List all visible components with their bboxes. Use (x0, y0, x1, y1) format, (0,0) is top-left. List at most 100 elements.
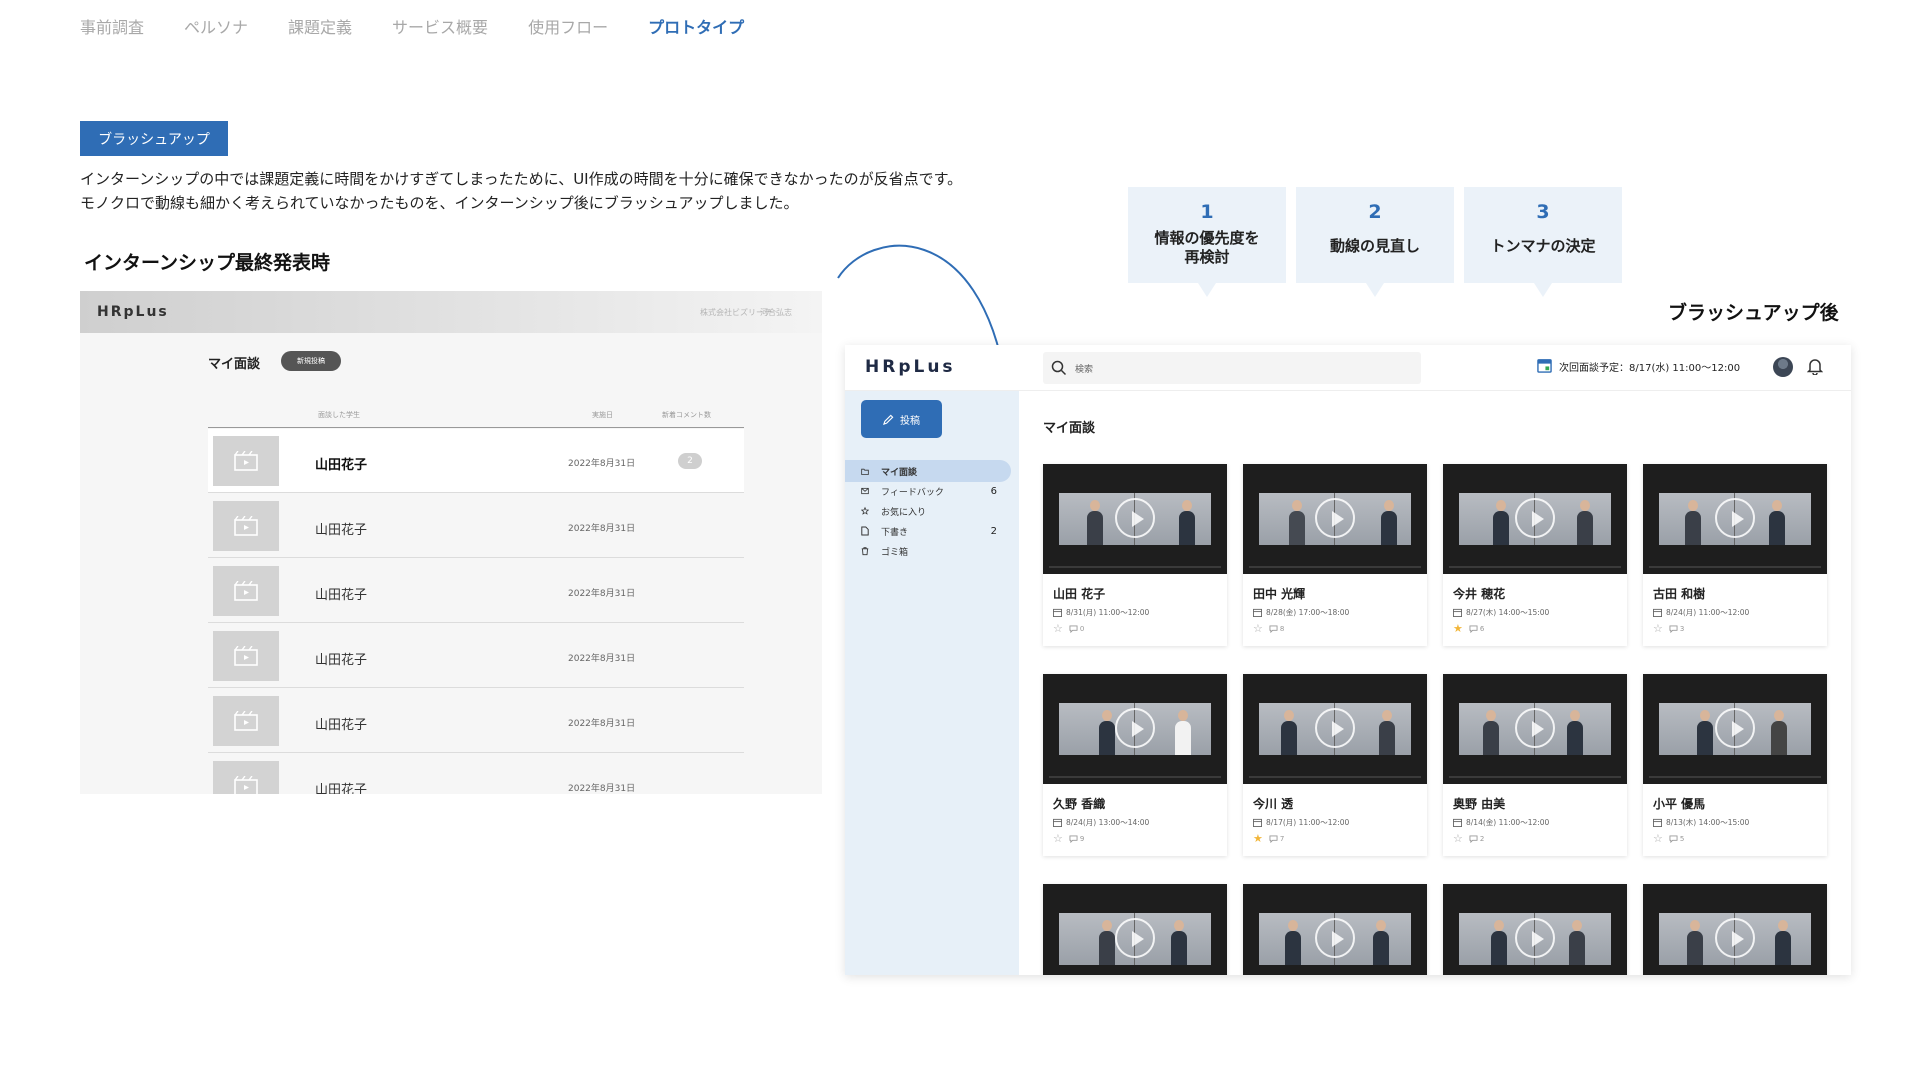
meeting-card[interactable]: 今川 透 8/17(月) 11:00〜12:00 ★ 7 (1243, 674, 1427, 856)
person-figure (1567, 710, 1583, 755)
video-thumbnail-icon (213, 631, 279, 681)
video-progress-bar (1249, 566, 1421, 568)
video-progress-bar (1049, 566, 1221, 568)
video-thumbnail[interactable] (1443, 884, 1627, 975)
new-post-button[interactable]: 新規投稿 (281, 351, 341, 371)
video-thumbnail-icon (213, 436, 279, 486)
description: インターンシップの中では課題定義に時間をかけすぎてしまったために、UI作成の時間… (80, 167, 962, 215)
star-icon[interactable]: ☆ (1253, 623, 1263, 634)
star-icon[interactable]: ★ (1453, 623, 1463, 634)
person-figure (1687, 920, 1703, 965)
meeting-card[interactable] (1643, 884, 1827, 975)
person-figure (1171, 920, 1187, 965)
search-placeholder: 検索 (1075, 365, 1094, 375)
table-row[interactable]: 山田花子 2022年8月31日 2 (208, 429, 744, 493)
meeting-card[interactable]: 古田 和樹 8/24(月) 11:00〜12:00 ☆ 3 (1643, 464, 1827, 646)
video-progress-bar (1049, 776, 1221, 778)
video-thumbnail-icon (213, 761, 279, 794)
play-icon[interactable] (1315, 498, 1355, 538)
meeting-datetime-text: 8/24(月) 11:00〜12:00 (1666, 608, 1750, 617)
video-thumbnail[interactable] (1043, 674, 1227, 784)
meeting-datetime: 8/17(月) 11:00〜12:00 (1253, 817, 1349, 828)
post-button[interactable]: 投稿 (861, 400, 942, 438)
sidebar-item-drafts[interactable]: 下書き 2 (845, 520, 1011, 542)
meeting-card[interactable] (1443, 884, 1627, 975)
nav-item-problem[interactable]: 課題定義 (288, 14, 352, 38)
after-section-title: ブラッシュアップ後 (1664, 298, 1843, 327)
meeting-card[interactable]: 久野 香織 8/24(月) 13:00〜14:00 ☆ 9 (1043, 674, 1227, 856)
student-name: 今川 透 (1253, 797, 1294, 811)
video-thumbnail[interactable] (1043, 884, 1227, 975)
bell-icon[interactable] (1807, 357, 1823, 375)
play-icon[interactable] (1515, 498, 1555, 538)
video-thumbnail[interactable] (1643, 674, 1827, 784)
meeting-card[interactable] (1043, 884, 1227, 975)
nav-item-research[interactable]: 事前調査 (80, 14, 144, 38)
after-logo[interactable]: HRpLus (865, 357, 956, 377)
avatar[interactable] (1773, 357, 1793, 377)
video-thumbnail[interactable] (1443, 674, 1627, 784)
sidebar-item-favorites[interactable]: お気に入り (845, 500, 1011, 522)
play-icon[interactable] (1115, 918, 1155, 958)
video-thumbnail[interactable] (1643, 464, 1827, 574)
comment-count: 7 (1269, 835, 1284, 843)
play-icon[interactable] (1715, 708, 1755, 748)
meeting-datetime-text: 8/14(金) 11:00〜12:00 (1466, 818, 1550, 827)
table-row[interactable]: 山田花子 2022年8月31日 (208, 559, 744, 623)
star-icon[interactable]: ☆ (1653, 623, 1663, 634)
comment-count-text: 0 (1079, 624, 1085, 633)
play-icon[interactable] (1715, 918, 1755, 958)
table-row[interactable]: 山田花子 2022年8月31日 (208, 754, 744, 794)
play-icon[interactable] (1115, 498, 1155, 538)
meeting-card[interactable]: 田中 光輝 8/28(金) 17:00〜18:00 ☆ 8 (1243, 464, 1427, 646)
video-thumbnail[interactable] (1243, 884, 1427, 975)
meeting-card[interactable]: 奥野 由美 8/14(金) 11:00〜12:00 ☆ 2 (1443, 674, 1627, 856)
play-icon[interactable] (1315, 708, 1355, 748)
play-icon[interactable] (1115, 708, 1155, 748)
play-icon[interactable] (1515, 918, 1555, 958)
description-line: インターンシップの中では課題定義に時間をかけすぎてしまったために、UI作成の時間… (80, 170, 963, 188)
sidebar-item-my-meetings[interactable]: マイ面談 (845, 460, 1011, 482)
play-icon[interactable] (1315, 918, 1355, 958)
step-3: 3 トンマナの決定 (1464, 187, 1622, 297)
nav-item-flow[interactable]: 使用フロー (528, 14, 608, 38)
person-figure (1381, 500, 1397, 545)
student-name: 山田花子 (315, 718, 368, 733)
calendar-icon (1653, 818, 1662, 827)
table-row[interactable]: 山田花子 2022年8月31日 (208, 624, 744, 688)
star-icon[interactable]: ☆ (1653, 833, 1663, 844)
star-icon[interactable]: ☆ (1053, 833, 1063, 844)
meeting-card[interactable]: 山田 花子 8/31(月) 11:00〜12:00 ☆ 0 (1043, 464, 1227, 646)
meeting-date: 2022年8月31日 (568, 524, 636, 534)
meeting-card[interactable]: 小平 優馬 8/13(木) 14:00〜15:00 ☆ 5 (1643, 674, 1827, 856)
nav-item-prototype[interactable]: プロトタイプ (648, 14, 744, 38)
sidebar-item-feedback[interactable]: フィードバック 6 (845, 480, 1011, 502)
star-icon[interactable]: ☆ (1053, 623, 1063, 634)
meeting-date: 2022年8月31日 (568, 459, 636, 469)
person-figure (1099, 920, 1115, 965)
video-thumbnail[interactable] (1643, 884, 1827, 975)
card-meta: ★ 7 (1253, 833, 1284, 844)
meeting-card[interactable] (1243, 884, 1427, 975)
search-input[interactable]: 検索 (1043, 352, 1421, 384)
star-icon[interactable]: ☆ (1453, 833, 1463, 844)
person-figure (1685, 500, 1701, 545)
video-thumbnail[interactable] (1243, 464, 1427, 574)
star-icon[interactable]: ★ (1253, 833, 1263, 844)
video-thumbnail[interactable] (1443, 464, 1627, 574)
play-icon[interactable] (1515, 708, 1555, 748)
calendar-icon (1453, 608, 1462, 617)
video-thumbnail[interactable] (1243, 674, 1427, 784)
table-row[interactable]: 山田花子 2022年8月31日 (208, 689, 744, 753)
video-thumbnail[interactable] (1043, 464, 1227, 574)
table-row[interactable]: 山田花子 2022年8月31日 (208, 494, 744, 558)
comment-count: 6 (1469, 625, 1484, 633)
meeting-card[interactable]: 今井 穂花 8/27(木) 14:00〜15:00 ★ 6 (1443, 464, 1627, 646)
nav-item-service[interactable]: サービス概要 (392, 14, 488, 38)
play-icon[interactable] (1715, 498, 1755, 538)
sidebar-item-trash[interactable]: ゴミ箱 (845, 540, 1011, 562)
star-icon (845, 505, 869, 517)
step-number: 2 (1368, 201, 1382, 223)
nav-item-persona[interactable]: ペルソナ (184, 14, 248, 38)
comment-icon (1069, 624, 1078, 633)
